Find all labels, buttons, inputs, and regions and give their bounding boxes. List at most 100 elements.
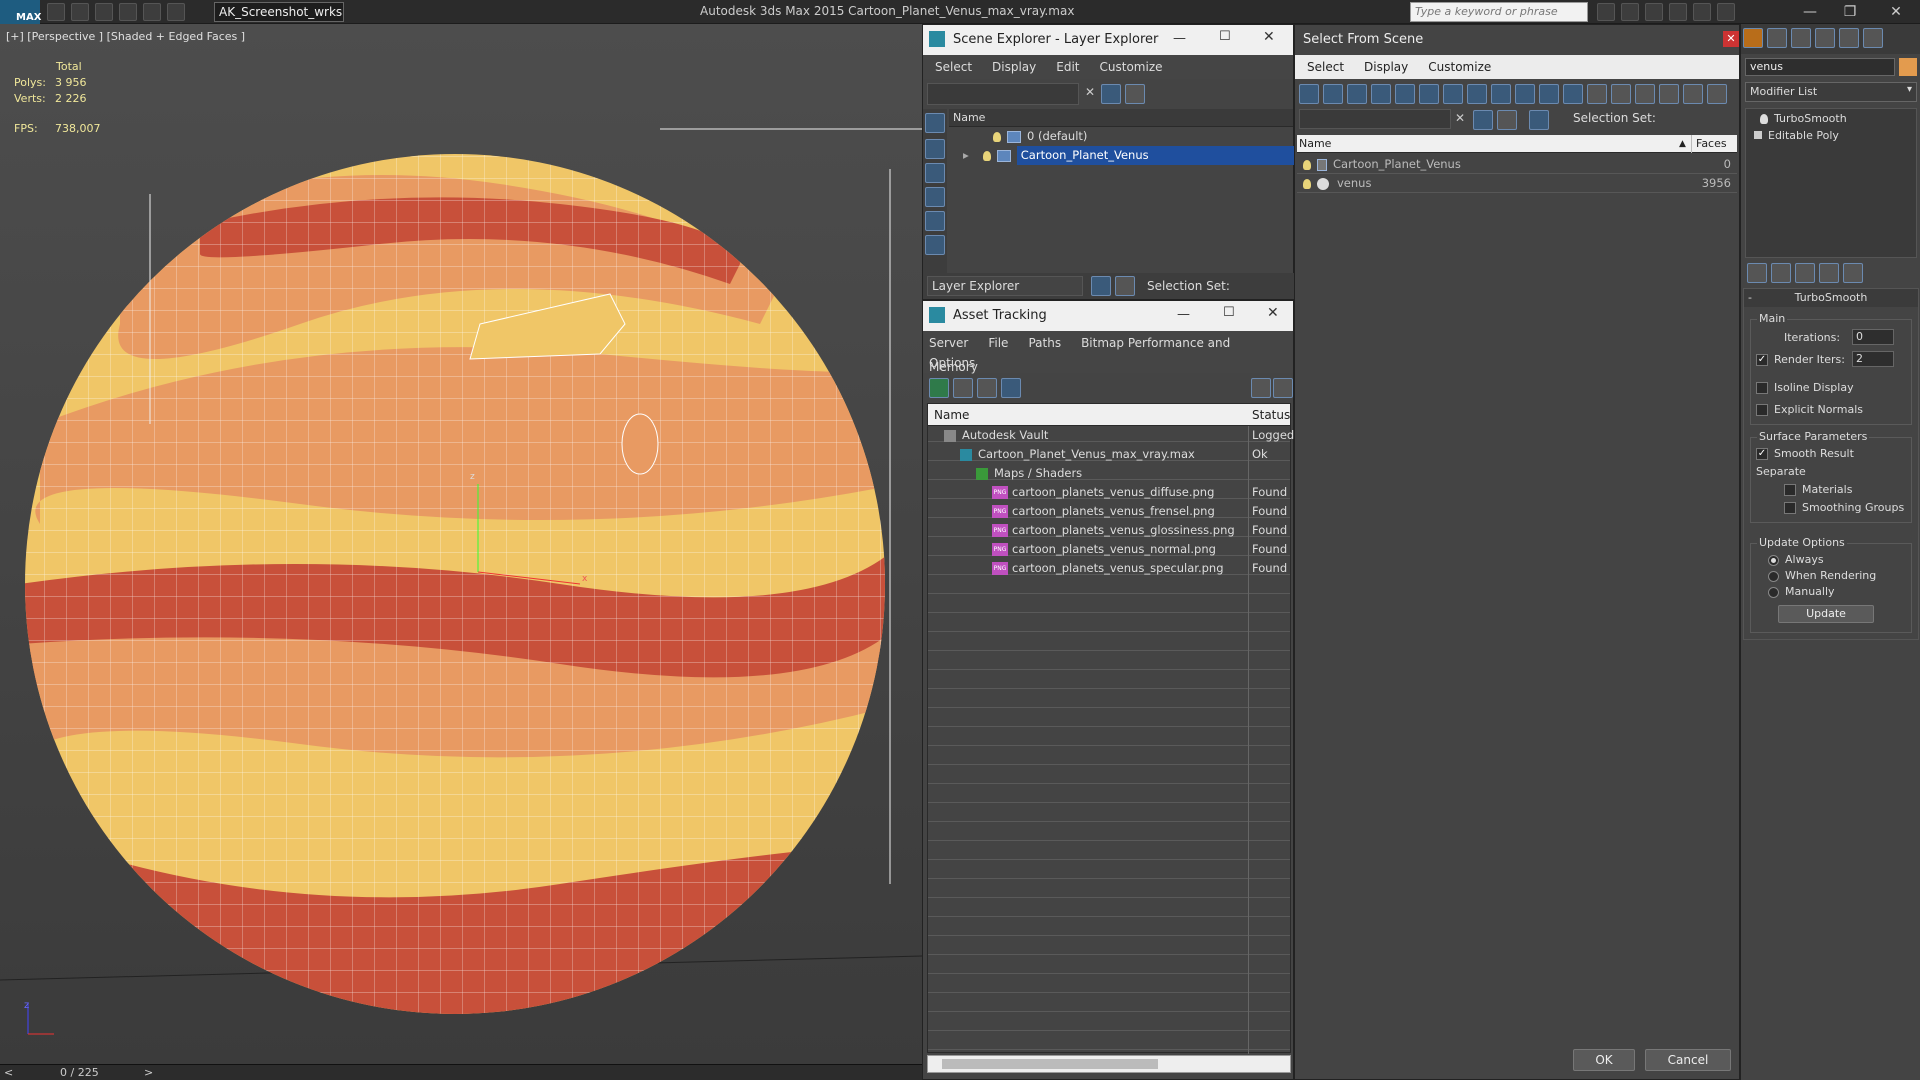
select-dependents-icon[interactable] xyxy=(1707,84,1727,104)
asset-row[interactable]: PNG cartoon_planets_venus_glossiness.png F… xyxy=(928,521,1290,540)
col-header-name[interactable]: Name xyxy=(949,109,1293,127)
minimize-icon[interactable]: — xyxy=(1790,0,1830,24)
always-radio[interactable] xyxy=(1768,554,1779,566)
close-icon[interactable]: ✕ xyxy=(1267,305,1279,321)
remove-modifier-icon[interactable] xyxy=(1819,263,1839,283)
stack-item-turbosmooth[interactable]: TurboSmooth xyxy=(1746,109,1916,128)
minimize-icon[interactable]: — xyxy=(1177,307,1190,322)
asset-tracking-title[interactable]: Asset Tracking xyxy=(923,301,1293,331)
expand-arrow-icon[interactable]: ▸ xyxy=(963,148,969,162)
asset-row[interactable]: PNG cartoon_planets_venus_specular.png Fou… xyxy=(928,559,1290,578)
object-color-swatch[interactable] xyxy=(1899,58,1917,76)
explicit-normals-checkbox[interactable] xyxy=(1756,404,1768,416)
smooth-result-checkbox[interactable]: ✓ xyxy=(1756,448,1768,460)
make-unique-icon[interactable] xyxy=(1795,263,1815,283)
key-icon[interactable] xyxy=(1621,3,1639,21)
time-slider[interactable]: < 0 / 225 > xyxy=(0,1064,922,1080)
object-name-input[interactable]: venus xyxy=(1745,58,1895,76)
app-logo[interactable]: MAX xyxy=(0,0,41,24)
lightbulb-icon[interactable] xyxy=(1760,114,1768,124)
open-file-icon[interactable] xyxy=(71,3,89,21)
iterations-spinner[interactable]: 0 xyxy=(1852,329,1894,345)
lightbulb-icon[interactable] xyxy=(993,131,1001,142)
col-header-faces[interactable]: Faces xyxy=(1691,135,1727,153)
refresh-icon[interactable] xyxy=(929,378,949,398)
filter-bones-icon[interactable] xyxy=(1491,84,1511,104)
project-folder-icon[interactable] xyxy=(167,3,185,21)
asset-row[interactable]: PNG cartoon_planets_venus_frensel.png Foun… xyxy=(928,502,1290,521)
display-cameras-icon[interactable] xyxy=(925,187,945,207)
filter-helpers-icon[interactable] xyxy=(1395,84,1415,104)
ok-button[interactable]: OK xyxy=(1573,1049,1635,1071)
viewport-label[interactable]: [+] [Perspective ] [Shaded + Edged Faces… xyxy=(6,30,245,43)
close-icon[interactable]: ✕ xyxy=(1723,31,1739,47)
filter-shapes-icon[interactable] xyxy=(1323,84,1343,104)
redo-icon[interactable] xyxy=(143,3,161,21)
table-view-icon[interactable] xyxy=(1001,378,1021,398)
utilities-tab-icon[interactable] xyxy=(1863,28,1883,48)
keyword-search-input[interactable]: Type a keyword or phrase xyxy=(1410,2,1588,22)
settings-icon[interactable] xyxy=(1273,378,1293,398)
menu-customize[interactable]: Customize xyxy=(1100,60,1163,74)
undo-icon[interactable] xyxy=(119,3,137,21)
lightbulb-icon[interactable] xyxy=(1303,159,1311,170)
menu-server[interactable]: Server xyxy=(929,336,968,350)
layer-row[interactable]: 0 (default) xyxy=(949,127,1293,146)
asset-row[interactable]: PNG cartoon_planets_venus_diffuse.png Foun… xyxy=(928,483,1290,502)
hierarchy-tab-icon[interactable] xyxy=(1791,28,1811,48)
filter-cameras-icon[interactable] xyxy=(1371,84,1391,104)
materials-checkbox[interactable] xyxy=(1784,484,1796,496)
horizontal-scrollbar[interactable] xyxy=(927,1055,1291,1073)
menu-select[interactable]: Select xyxy=(935,60,972,74)
binoculars-icon[interactable] xyxy=(1597,3,1615,21)
layer-explorer-icon[interactable] xyxy=(1091,276,1111,296)
menu-edit[interactable]: Edit xyxy=(1056,60,1079,74)
filter-lights-icon[interactable] xyxy=(1347,84,1367,104)
object-row[interactable]: Cartoon_Planet_Venus 0 xyxy=(1297,155,1737,174)
render-iters-spinner[interactable]: 2 xyxy=(1852,351,1894,367)
modify-tab-icon[interactable] xyxy=(1767,28,1787,48)
menu-display[interactable]: Display xyxy=(992,60,1036,74)
menu-customize[interactable]: Customize xyxy=(1428,60,1491,74)
new-file-icon[interactable] xyxy=(47,3,65,21)
thumbnail-view-icon[interactable] xyxy=(977,378,997,398)
find-icon[interactable] xyxy=(1473,110,1493,130)
star-icon[interactable] xyxy=(1669,3,1687,21)
modifier-list-dropdown[interactable]: Modifier List ▾ xyxy=(1745,82,1917,102)
filter-xrefs-icon[interactable] xyxy=(1467,84,1487,104)
close-icon[interactable]: ✕ xyxy=(1263,29,1275,45)
asset-row[interactable]: Cartoon_Planet_Venus_max_vray.max Ok xyxy=(928,445,1290,464)
perspective-viewport[interactable]: [+] [Perspective ] [Shaded + Edged Faces… xyxy=(0,24,922,1064)
filter-icon[interactable] xyxy=(1101,84,1121,104)
pin-stack-icon[interactable] xyxy=(1747,263,1767,283)
show-end-result-icon[interactable] xyxy=(1771,263,1791,283)
select-from-scene-title[interactable]: Select From Scene xyxy=(1295,25,1739,55)
time-prev-button[interactable]: < xyxy=(4,1066,13,1079)
scene-explorer-title[interactable]: Scene Explorer - Layer Explorer xyxy=(923,25,1293,55)
workspace-combo[interactable]: AK_Screenshot_wrksp xyxy=(214,2,344,22)
menu-options[interactable]: Options xyxy=(929,356,975,370)
rollout-title[interactable]: - TurboSmooth xyxy=(1744,289,1918,307)
hierarchy-icon[interactable] xyxy=(1115,276,1135,296)
help-icon[interactable] xyxy=(1251,378,1271,398)
lightbulb-icon[interactable] xyxy=(1303,178,1311,189)
update-button[interactable]: Update xyxy=(1778,605,1874,623)
layers-icon[interactable] xyxy=(1497,110,1517,130)
clear-search-icon[interactable]: ✕ xyxy=(1085,85,1095,99)
cancel-button[interactable]: Cancel xyxy=(1645,1049,1731,1071)
menu-file[interactable]: File xyxy=(988,336,1008,350)
hierarchy-icon[interactable] xyxy=(1529,110,1549,130)
display-spacewarps-icon[interactable] xyxy=(925,235,945,255)
clear-search-icon[interactable]: ✕ xyxy=(1455,111,1465,125)
select-children-icon[interactable] xyxy=(1683,84,1703,104)
menu-select[interactable]: Select xyxy=(1307,60,1344,74)
display-lights-icon[interactable] xyxy=(925,163,945,183)
filter-groups-icon[interactable] xyxy=(1443,84,1463,104)
lightbulb-icon[interactable] xyxy=(982,150,991,161)
asset-row[interactable]: PNG cartoon_planets_venus_normal.png Found xyxy=(928,540,1290,559)
minimize-icon[interactable]: — xyxy=(1173,31,1186,46)
display-helpers-icon[interactable] xyxy=(925,211,945,231)
isoline-checkbox[interactable] xyxy=(1756,382,1768,394)
list-view-icon[interactable] xyxy=(953,378,973,398)
display-tab-icon[interactable] xyxy=(1839,28,1859,48)
